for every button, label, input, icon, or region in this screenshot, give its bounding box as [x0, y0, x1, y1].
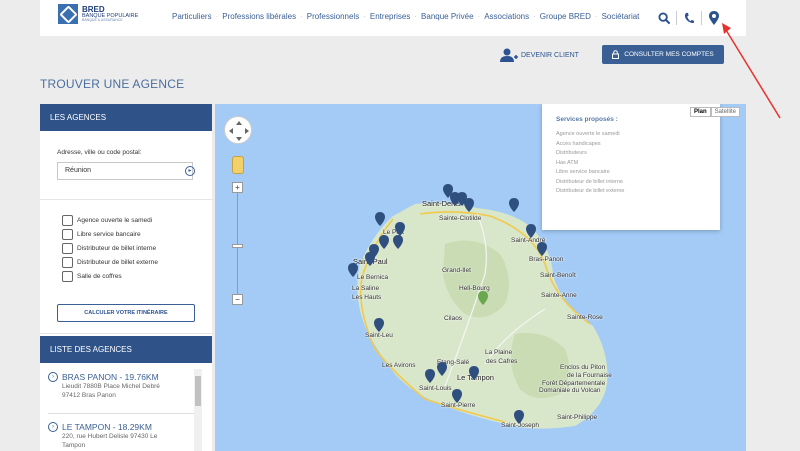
agency-address-city: 97412 Bras Panon: [62, 392, 116, 399]
map-marker: [348, 263, 358, 277]
nav-entreprises[interactable]: Entreprises: [370, 12, 410, 21]
address-input[interactable]: Réunion: [57, 162, 193, 180]
filter-checkbox[interactable]: [62, 214, 73, 226]
filter-libre-service[interactable]: Libre service bancaire: [62, 227, 158, 241]
bred-logo-mark: [58, 4, 78, 24]
service-item: Distributeur de billet externe: [556, 188, 625, 194]
zoom-out-button[interactable]: −: [232, 294, 243, 305]
map-marker: [374, 318, 384, 332]
nav-professions-liberales[interactable]: Professions libérales: [222, 12, 296, 21]
map-marker: [469, 366, 479, 380]
calculer-itineraire-button[interactable]: CALCULER VOTRE ITINÉRAIRE: [57, 304, 195, 322]
zoom-in-button[interactable]: +: [232, 182, 243, 193]
filter-checkbox[interactable]: [62, 228, 73, 240]
map-marker: [395, 222, 405, 236]
map-type-control: Plan Satellite: [690, 107, 741, 117]
filter-distributeur-interne[interactable]: Distributeur de billet interne: [62, 241, 158, 255]
service-item: Acces handicapes: [556, 140, 601, 147]
map-pin-icon[interactable]: [704, 8, 724, 28]
nav-professionnels[interactable]: Professionnels: [307, 12, 359, 21]
lock-icon: [612, 50, 620, 59]
bred-logo[interactable]: BRED BANQUE POPULAIRE BANQUE & ASSURANCE: [58, 4, 138, 24]
header-icons: [654, 8, 724, 28]
map-marker: [509, 198, 519, 212]
consulter-comptes-button[interactable]: CONSULTER MES COMPTES: [602, 45, 724, 64]
map-marker: [365, 252, 375, 266]
chevron-right-icon: ›: [48, 422, 58, 432]
search-icon[interactable]: [654, 8, 674, 28]
filters-list: Agence ouverte le samedi Libre service b…: [62, 213, 158, 283]
map-marker: [514, 410, 524, 424]
chevron-right-icon: ›: [48, 372, 58, 382]
zoom-slider-track[interactable]: [237, 184, 238, 302]
main-nav: Particuliers · Professions libérales · Pro…: [172, 12, 640, 21]
service-item: Distributeurs: [556, 150, 587, 156]
agences-panel: LES AGENCES Adresse, ville ou code posta…: [40, 104, 212, 451]
address-label: Adresse, ville ou code postal:: [57, 149, 142, 156]
map-marker-selected: [478, 291, 488, 305]
filter-checkbox[interactable]: [62, 256, 73, 268]
nav-groupe-bred[interactable]: Groupe BRED: [540, 12, 591, 21]
service-item: Has ATM: [556, 159, 579, 166]
filter-distributeur-externe[interactable]: Distributeur de billet externe: [62, 255, 158, 269]
nav-particuliers[interactable]: Particuliers: [172, 12, 212, 21]
filter-checkbox[interactable]: [62, 270, 73, 282]
agences-panel-title: LES AGENCES: [40, 104, 212, 131]
map-marker: [452, 389, 462, 403]
agency-item[interactable]: › BRAS PANON - 19.76KM Lieudit 7880B Plac…: [48, 372, 198, 400]
devenir-client-label: DEVENIR CLIENT: [521, 51, 579, 59]
top-navigation-bar: BRED BANQUE POPULAIRE BANQUE & ASSURANCE…: [40, 0, 746, 36]
agency-address: 220, rue Hubert Delisle 97430 Le: [62, 433, 158, 440]
address-submit-button[interactable]: ▸: [185, 166, 195, 176]
map-pan-control[interactable]: [224, 116, 252, 144]
page-title: TROUVER UNE AGENCE: [40, 77, 185, 91]
filter-samedi[interactable]: Agence ouverte le samedi: [62, 213, 158, 227]
agency-address: Lieudit 7880B Place Michel Debré: [62, 383, 160, 390]
map-marker: [464, 198, 474, 212]
nav-banque-privee[interactable]: Banque Privée: [421, 12, 473, 21]
map-marker: [393, 235, 403, 249]
filter-checkbox[interactable]: [62, 242, 73, 254]
agency-address-city: Tampon: [62, 442, 86, 449]
bred-logo-text: BRED BANQUE POPULAIRE BANQUE & ASSURANCE: [82, 5, 138, 23]
agency-list-scrollbar[interactable]: [194, 369, 202, 451]
filter-salle-coffres[interactable]: Salle de coffres: [62, 269, 158, 283]
nav-societariat[interactable]: Sociétariat: [602, 12, 640, 21]
map-marker: [537, 242, 547, 256]
service-item: Agence ouverte le samedi: [556, 131, 620, 137]
nav-associations[interactable]: Associations: [484, 12, 529, 21]
scrollbar-thumb[interactable]: [195, 376, 201, 406]
map-marker: [379, 235, 389, 249]
service-item: Distributeur de billet interne: [556, 178, 623, 185]
agency-name[interactable]: BRAS PANON - 19.76KM: [62, 372, 159, 382]
user-plus-icon: [500, 48, 518, 62]
logo-subtitle: BANQUE & ASSURANCE: [82, 18, 123, 22]
liste-agences-title: LISTE DES AGENCES: [40, 336, 212, 363]
map-marker: [526, 224, 536, 238]
service-item: Libre service bancaire: [556, 169, 610, 175]
map-type-plan[interactable]: Plan: [690, 107, 711, 117]
services-title: Services proposés :: [556, 116, 618, 123]
consulter-comptes-label: CONSULTER MES COMPTES: [624, 51, 714, 58]
agency-item[interactable]: › LE TAMPON - 18.29KM 220, rue Hubert Del…: [48, 422, 198, 450]
map-marker: [437, 362, 447, 376]
street-view-pegman[interactable]: [232, 156, 244, 174]
map-marker: [375, 212, 385, 226]
zoom-slider-knob[interactable]: [232, 244, 243, 248]
agency-name[interactable]: LE TAMPON - 18.29KM: [62, 422, 152, 432]
services-popup: Services proposés : Agence ouverte le sa…: [542, 104, 720, 230]
phone-icon[interactable]: [679, 8, 699, 28]
map[interactable]: Saint-Denis Sainte-Clotilde Le Port Sain…: [215, 104, 746, 451]
devenir-client-link[interactable]: DEVENIR CLIENT: [500, 48, 579, 62]
map-marker: [425, 369, 435, 383]
map-type-satellite[interactable]: Satellite: [710, 107, 741, 117]
